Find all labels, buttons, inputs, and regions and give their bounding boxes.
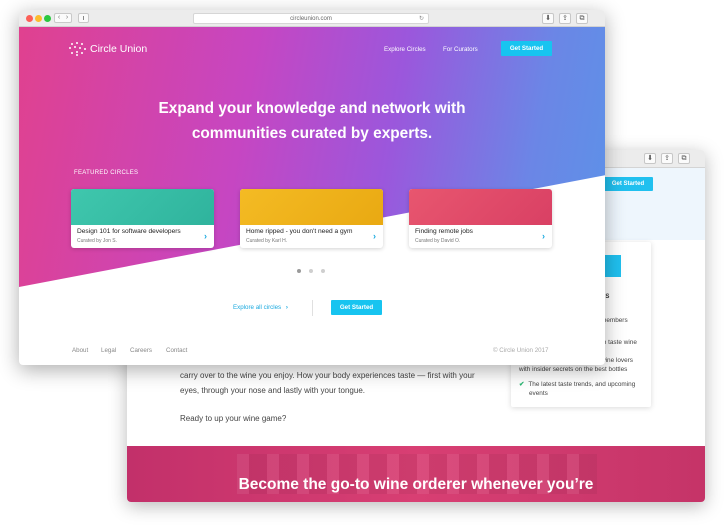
circle-card[interactable]: Home ripped - you don't need a gym Curat… [240,189,383,248]
back-arrow-icon[interactable]: ‹ [55,14,63,22]
copyright-text: © Circle Union 2017 [493,347,549,354]
card-title: Home ripped - you don't need a gym [246,228,353,235]
maximize-window-icon[interactable] [44,15,51,22]
headline-line: Expand your knowledge and network with [158,100,466,117]
card-title: Design 101 for software developers [77,228,181,235]
address-bar[interactable]: circleunion.com ↻ [193,13,429,24]
back-hero-heading: Become the go-to wine orderer whenever y… [238,476,594,493]
circle-card[interactable]: Finding remote jobs Curated by David O. … [409,189,552,248]
chevron-right-icon[interactable]: › [542,231,545,241]
back-card-item: events [529,390,548,397]
back-card-item: with insider secrets on the best bottles [519,366,628,373]
chevron-right-icon: › [285,304,288,311]
history-nav: ‹ › [54,13,72,23]
carousel-dot[interactable] [321,269,325,273]
close-window-icon[interactable] [26,15,33,22]
forward-arrow-icon[interactable]: › [63,14,71,22]
download-icon[interactable]: ⬇ [644,153,656,164]
footer-link-legal[interactable]: Legal [101,347,116,354]
reload-icon[interactable]: ↻ [419,14,424,24]
check-icon: ✔ [519,381,525,388]
get-started-button[interactable]: Get Started [331,300,382,315]
url-text: circleunion.com [290,16,332,22]
minimize-window-icon[interactable] [35,15,42,22]
back-body-text: carry over to the wine you enjoy. How yo… [180,371,475,380]
back-get-started-button[interactable]: Get Started [603,177,653,191]
hero-headline: Expand your knowledge and network with c… [19,96,605,146]
footer-link-about[interactable]: About [72,347,88,354]
back-body-text: Ready to up your wine game? [180,414,287,423]
carousel-dot[interactable] [309,269,313,273]
sidebar-icon[interactable] [78,13,89,23]
carousel-dot-active[interactable] [297,269,301,273]
circle-union-logo-icon[interactable] [69,42,87,57]
back-body-text: eyes, through your nose and lastly with … [180,386,365,395]
card-image [240,189,383,225]
hero-section [19,27,605,287]
card-title: Finding remote jobs [415,228,473,235]
nav-for-curators[interactable]: For Curators [443,46,478,53]
back-card-item: wine lovers [601,357,633,364]
card-curator: Curated by David O. [415,238,461,244]
foreground-browser-window: ‹ › circleunion.com ↻ ⬇ ⇪ ⧉ Circle Union … [19,10,605,365]
card-curator: Curated by Karl H. [246,238,288,244]
explore-link-label: Explore all circles [233,304,282,311]
share-icon[interactable]: ⇪ [661,153,673,164]
divider [312,300,313,316]
download-icon[interactable]: ⬇ [542,13,554,24]
circle-card[interactable]: Design 101 for software developers Curat… [71,189,214,248]
back-card-item: to taste wine [601,339,637,346]
browser-toolbar: ‹ › circleunion.com ↻ ⬇ ⇪ ⧉ [19,10,605,27]
brand-name[interactable]: Circle Union [90,43,147,55]
share-icon[interactable]: ⇪ [559,13,571,24]
headline-line: communities curated by experts. [191,125,433,142]
explore-all-circles-link[interactable]: Explore all circles › [233,304,288,311]
chevron-right-icon[interactable]: › [373,231,376,241]
card-image [409,189,552,225]
chevron-right-icon[interactable]: › [204,231,207,241]
card-curator: Curated by Jon S. [77,238,118,244]
card-image [71,189,214,225]
footer-link-careers[interactable]: Careers [130,347,152,354]
back-card-item: ✔ The latest taste trends, and upcoming [519,381,636,388]
tabs-icon[interactable]: ⧉ [678,153,690,164]
featured-circles-label: FEATURED CIRCLES [74,170,139,176]
footer-link-contact[interactable]: Contact [166,347,187,354]
tabs-icon[interactable]: ⧉ [576,13,588,24]
header-get-started-button[interactable]: Get Started [501,41,552,56]
nav-explore-circles[interactable]: Explore Circles [384,46,426,53]
